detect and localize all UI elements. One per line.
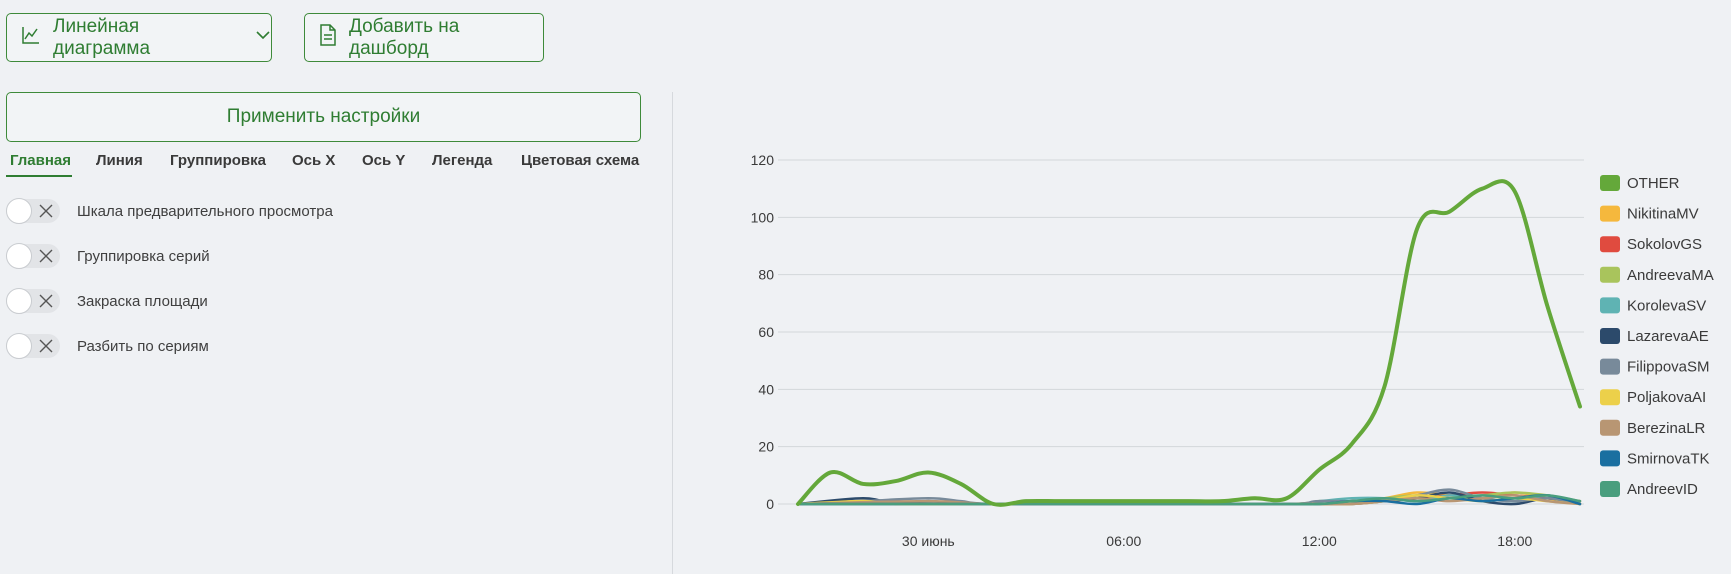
x-tick-label: 18:00 [1497, 533, 1532, 549]
series-line-other[interactable] [796, 179, 1582, 507]
legend-label: AndreevID [1627, 481, 1698, 498]
y-tick-label: 80 [758, 267, 774, 283]
legend-item-andreevid[interactable]: AndreevID [1600, 481, 1698, 498]
legend-item-korolevasv[interactable]: KorolevaSV [1600, 297, 1706, 314]
legend-swatch [1600, 266, 1620, 283]
legend-label: BerezinaLR [1627, 420, 1706, 437]
chart-legend: OTHER NikitinaMV SokolovGS AndreevaMA Korole… [1600, 175, 1714, 498]
line-chart: 0 20 40 60 80 100 120 30 июнь 06:00 12:00 18:00 O… [751, 152, 1714, 549]
legend-item-other[interactable]: OTHER [1600, 175, 1680, 192]
legend-swatch [1600, 419, 1620, 436]
legend-item-poljakovaai[interactable]: PoljakovaAI [1600, 389, 1706, 406]
chart-series [796, 179, 1582, 507]
legend-swatch [1600, 389, 1620, 406]
legend-swatch [1600, 358, 1620, 375]
legend-item-filippovasm[interactable]: FilippovaSM [1600, 358, 1710, 376]
legend-swatch [1600, 297, 1620, 314]
legend-swatch [1600, 481, 1620, 497]
legend-swatch [1600, 236, 1620, 253]
legend-label: LazarevaAE [1627, 328, 1709, 345]
legend-item-smirnovatk[interactable]: SmirnovaTK [1600, 450, 1710, 467]
x-tick-label: 06:00 [1106, 533, 1141, 549]
legend-label: FilippovaSM [1627, 359, 1710, 376]
x-axis: 30 июнь 06:00 12:00 18:00 [902, 533, 1533, 549]
legend-label: OTHER [1627, 175, 1680, 192]
y-tick-label: 20 [758, 439, 774, 455]
legend-label: SokolovGS [1627, 236, 1702, 253]
legend-swatch [1600, 328, 1620, 344]
legend-label: PoljakovaAI [1627, 389, 1706, 406]
legend-label: NikitinaMV [1627, 206, 1699, 223]
y-axis: 0 20 40 60 80 100 120 [751, 152, 775, 512]
y-tick-label: 0 [766, 496, 774, 512]
legend-item-berezinalr[interactable]: BerezinaLR [1600, 419, 1706, 437]
x-tick-label: 30 июнь [902, 533, 955, 549]
y-tick-label: 100 [751, 209, 775, 225]
legend-item-lazarevaae[interactable]: LazarevaAE [1600, 328, 1709, 345]
chart-grid [778, 159, 1584, 505]
y-tick-label: 60 [758, 324, 774, 340]
legend-swatch [1600, 450, 1620, 467]
legend-swatch [1600, 205, 1620, 222]
legend-item-nikitinamv[interactable]: NikitinaMV [1600, 205, 1699, 223]
x-tick-label: 12:00 [1302, 533, 1337, 549]
y-tick-label: 120 [751, 152, 775, 168]
legend-label: SmirnovaTK [1627, 450, 1710, 467]
legend-item-sokolovgs[interactable]: SokolovGS [1600, 236, 1702, 253]
y-tick-label: 40 [758, 381, 774, 397]
legend-swatch [1600, 175, 1620, 191]
legend-item-andreevama[interactable]: AndreevaMA [1600, 266, 1714, 284]
legend-label: KorolevaSV [1627, 297, 1706, 314]
legend-label: AndreevaMA [1627, 267, 1714, 284]
